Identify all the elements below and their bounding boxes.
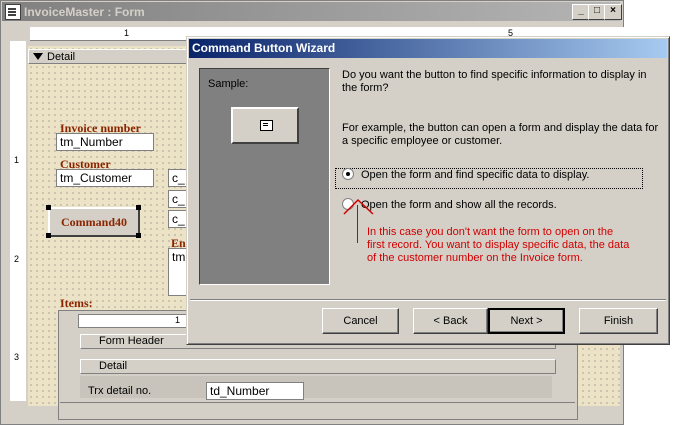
detail-section-label: Detail: [47, 51, 76, 63]
sample-button-preview: [231, 107, 299, 144]
section-arrow-icon: [33, 53, 43, 60]
customer-field[interactable]: tm_Customer: [56, 169, 154, 187]
annotation-arrow-icon: [343, 198, 374, 215]
form-header-label: Form Header: [99, 335, 164, 347]
ruler-number: 3: [14, 352, 20, 362]
finish-button[interactable]: Finish: [579, 308, 658, 334]
ruler-number: 1: [124, 28, 130, 38]
command40-button[interactable]: Command40: [48, 207, 140, 237]
next-button[interactable]: Next >: [488, 308, 565, 334]
subform-detail-bar[interactable]: Detail: [80, 359, 556, 374]
invoice-number-field[interactable]: tm_Number: [56, 133, 154, 151]
td-number-field[interactable]: td_Number: [206, 382, 304, 400]
ruler-number: 2: [14, 254, 20, 264]
partial-field[interactable]: c_: [168, 190, 188, 208]
trx-detail-label[interactable]: Trx detail no.: [88, 385, 151, 397]
wizard-example: For example, the button can open a form …: [342, 122, 659, 147]
ruler-number: 1: [14, 155, 20, 165]
partial-text-box[interactable]: tm: [168, 248, 188, 296]
vertical-ruler: 1 2 3: [10, 41, 26, 401]
background-window-title: InvoiceMaster : Form: [24, 5, 145, 19]
close-icon[interactable]: ×: [604, 4, 622, 20]
resize-handle[interactable]: [46, 205, 51, 210]
back-button[interactable]: < Back: [413, 308, 488, 334]
wizard-question: Do you want the button to find specific …: [342, 69, 647, 94]
partial-field[interactable]: c_: [168, 169, 188, 187]
subform-horizontal-scrollbar[interactable]: [60, 402, 575, 416]
items-label[interactable]: Items:: [60, 296, 93, 311]
sample-label: Sample:: [208, 78, 249, 90]
button-separator: [190, 299, 666, 301]
annotation-note: In this case you don't want the form to …: [367, 226, 630, 264]
form-icon: [5, 4, 21, 20]
command-button-wizard-dialog: Command Button Wizard Sample: Do you wan…: [186, 36, 670, 345]
wizard-titlebar[interactable]: Command Button Wizard: [189, 39, 667, 58]
cancel-button[interactable]: Cancel: [322, 308, 399, 334]
resize-handle[interactable]: [136, 233, 141, 238]
option-show-all-label[interactable]: Open the form and show all the records.: [361, 199, 557, 212]
ruler-number: 1: [175, 315, 181, 325]
subform-detail-label: Detail: [99, 360, 128, 372]
partial-field[interactable]: c_: [168, 210, 188, 228]
background-window-titlebar[interactable]: InvoiceMaster : Form _ □ ×: [2, 2, 622, 21]
sample-panel: Sample:: [199, 68, 330, 285]
option-find-specific-radio[interactable]: [342, 168, 354, 180]
resize-handle[interactable]: [136, 205, 141, 210]
detail-section-bar[interactable]: Detail: [28, 49, 198, 64]
wizard-title: Command Button Wizard: [192, 41, 336, 55]
form-find-icon: [260, 120, 273, 131]
option-find-specific-label[interactable]: Open the form and find specific data to …: [361, 169, 589, 182]
resize-handle[interactable]: [46, 233, 51, 238]
annotation-line: [357, 205, 358, 243]
